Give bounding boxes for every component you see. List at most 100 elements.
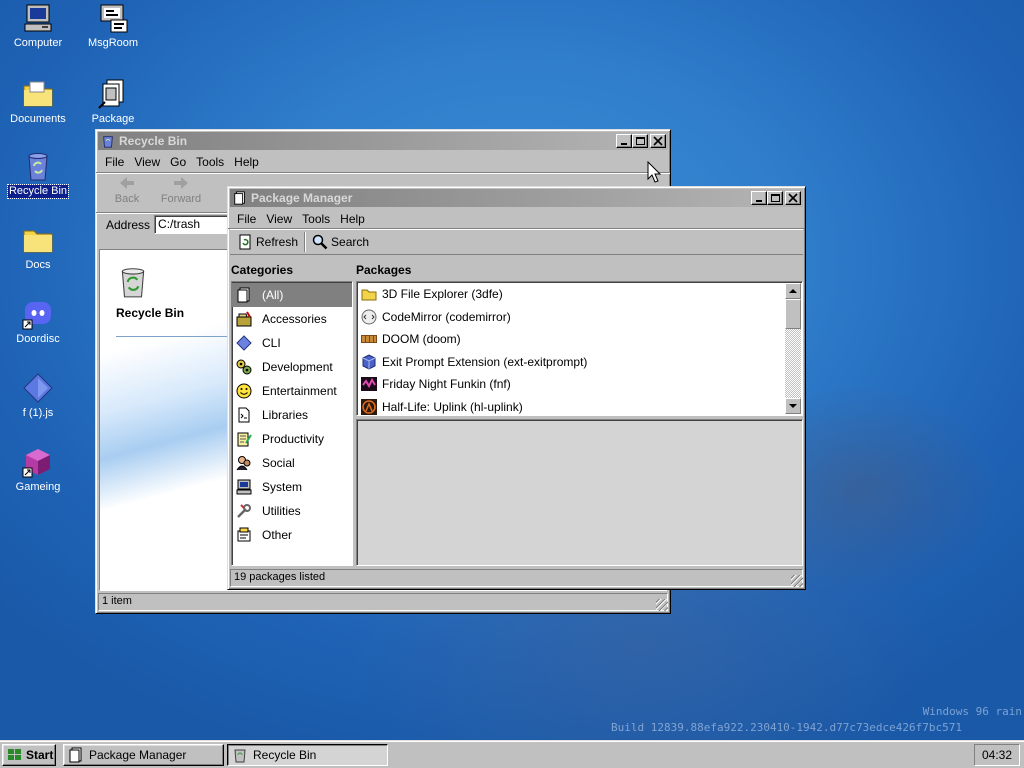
desktop-icon-docs[interactable]: Docs bbox=[0, 224, 76, 272]
desktop-icon-documents[interactable]: Documents bbox=[0, 78, 76, 126]
desktop-icon-computer[interactable]: Computer bbox=[0, 2, 76, 50]
recycle-bin-titlebar[interactable]: Recycle Bin bbox=[98, 132, 668, 150]
recycle-bin-icon bbox=[28, 153, 48, 181]
refresh-icon bbox=[239, 234, 251, 250]
category-libraries[interactable]: Libraries bbox=[232, 403, 352, 427]
package-item-hl-uplink[interactable]: Half-Life: Uplink (hl-uplink) bbox=[357, 396, 802, 419]
folder-icon bbox=[361, 289, 377, 301]
scroll-up-button[interactable] bbox=[785, 283, 801, 299]
maximize-button[interactable] bbox=[632, 134, 648, 148]
package-item-fnf[interactable]: Friday Night Funkin (fnf) bbox=[357, 373, 802, 396]
desktop-icon-gameing[interactable]: Gameing bbox=[0, 446, 76, 494]
start-button[interactable]: Start bbox=[2, 744, 56, 766]
half-life-icon bbox=[361, 398, 377, 415]
refresh-button[interactable]: Refresh bbox=[234, 234, 301, 250]
mouse-cursor-icon bbox=[647, 161, 661, 183]
category-system[interactable]: System bbox=[232, 475, 352, 499]
discord-icon bbox=[22, 302, 51, 330]
minimize-icon bbox=[756, 200, 762, 202]
fnf-icon bbox=[361, 377, 377, 392]
menu-view[interactable]: View bbox=[129, 155, 165, 169]
resize-grip[interactable] bbox=[791, 575, 803, 587]
category-label: CLI bbox=[262, 336, 281, 350]
desktop-icon-recycle-bin[interactable]: Recycle Bin bbox=[0, 150, 76, 199]
close-button[interactable] bbox=[785, 191, 801, 205]
recycle-bin-menubar: File View Go Tools Help bbox=[96, 152, 670, 172]
other-icon bbox=[237, 527, 251, 542]
back-arrow-icon bbox=[120, 177, 134, 189]
desktop-icon-label: Docs bbox=[25, 259, 51, 271]
category-productivity[interactable]: Productivity bbox=[232, 427, 352, 451]
menu-view[interactable]: View bbox=[261, 212, 297, 226]
category-development[interactable]: Development bbox=[232, 355, 352, 379]
category-entertainment[interactable]: Entertainment bbox=[232, 379, 352, 403]
taskbar-clock[interactable]: 04:32 bbox=[974, 744, 1020, 766]
desktop-icon-doordisc[interactable]: Doordisc bbox=[0, 298, 76, 346]
category-other[interactable]: Other bbox=[232, 523, 352, 547]
forward-button[interactable]: Forward bbox=[156, 175, 206, 205]
menu-go[interactable]: Go bbox=[165, 155, 191, 169]
package-manager-titlebar[interactable]: Package Manager bbox=[230, 189, 803, 207]
desktop-icon-label: Package bbox=[91, 113, 135, 125]
category-label: Utilities bbox=[262, 504, 301, 518]
package-item-exitprompt[interactable]: Exit Prompt Extension (ext-exitprompt) bbox=[357, 351, 802, 374]
recycle-bin-icon bbox=[121, 268, 145, 298]
desktop-icon-js-file[interactable]: f (1).js bbox=[0, 372, 76, 420]
codemirror-icon bbox=[361, 309, 377, 325]
package-item-doom[interactable]: DOOM (doom) bbox=[357, 328, 802, 351]
packages-header: Packages bbox=[356, 263, 412, 277]
scroll-up-icon bbox=[789, 289, 797, 293]
recycle-bin-icon bbox=[103, 136, 113, 148]
resize-grip[interactable] bbox=[656, 599, 668, 611]
taskbar-item-recycle-bin[interactable]: Recycle Bin bbox=[227, 744, 388, 766]
close-button[interactable] bbox=[650, 134, 666, 148]
libraries-icon bbox=[238, 407, 250, 423]
menu-help[interactable]: Help bbox=[229, 155, 264, 169]
desktop-icon-label: Computer bbox=[13, 37, 63, 49]
package-label: Half-Life: Uplink (hl-uplink) bbox=[382, 399, 523, 414]
scroll-thumb[interactable] bbox=[785, 299, 801, 329]
package-manager-statusbar: 19 packages listed bbox=[230, 569, 803, 587]
category-all[interactable]: (All) bbox=[232, 283, 352, 307]
windows-logo-icon bbox=[8, 749, 21, 760]
menu-file[interactable]: File bbox=[232, 212, 261, 226]
recycle-bin-icon bbox=[234, 749, 246, 763]
cube-icon bbox=[22, 449, 50, 478]
category-accessories[interactable]: Accessories bbox=[232, 307, 352, 331]
desktop-icon-package[interactable]: Package bbox=[75, 78, 151, 126]
desktop-icon-msgroom[interactable]: MsgRoom bbox=[75, 2, 151, 50]
package-label: Exit Prompt Extension (ext-exitprompt) bbox=[382, 354, 588, 369]
forward-label: Forward bbox=[160, 193, 202, 205]
categories-list: (All) Accessories CLI Development Entert… bbox=[231, 281, 353, 566]
utilities-icon bbox=[237, 504, 251, 518]
scroll-down-button[interactable] bbox=[785, 398, 801, 414]
extension-icon bbox=[362, 354, 376, 370]
back-label: Back bbox=[114, 193, 140, 205]
category-social[interactable]: Social bbox=[232, 451, 352, 475]
package-manager-window: Package Manager File View Tools Help Ref… bbox=[227, 186, 806, 590]
menu-file[interactable]: File bbox=[100, 155, 129, 169]
packages-scrollbar[interactable] bbox=[785, 283, 801, 414]
maximize-icon bbox=[771, 194, 780, 202]
package-item-3dfe[interactable]: 3D File Explorer (3dfe) bbox=[357, 283, 802, 306]
address-label: Address bbox=[106, 217, 151, 232]
forward-arrow-icon bbox=[174, 177, 188, 189]
category-cli[interactable]: CLI bbox=[232, 331, 352, 355]
search-button[interactable]: Search bbox=[309, 234, 372, 250]
menu-help[interactable]: Help bbox=[335, 212, 370, 226]
taskbar-item-package-manager[interactable]: Package Manager bbox=[63, 744, 224, 766]
minimize-button[interactable] bbox=[751, 191, 767, 205]
search-icon bbox=[312, 234, 328, 250]
category-utilities[interactable]: Utilities bbox=[232, 499, 352, 523]
productivity-icon bbox=[237, 432, 252, 447]
folder-heading: Recycle Bin bbox=[116, 306, 185, 320]
development-icon bbox=[236, 359, 252, 375]
back-button[interactable]: Back bbox=[104, 175, 150, 205]
menu-tools[interactable]: Tools bbox=[297, 212, 335, 226]
desktop-icon-label: Recycle Bin bbox=[6, 184, 70, 199]
maximize-button[interactable] bbox=[767, 191, 783, 205]
msgroom-icon bbox=[100, 4, 128, 33]
minimize-button[interactable] bbox=[616, 134, 632, 148]
package-item-codemirror[interactable]: CodeMirror (codemirror) bbox=[357, 306, 802, 329]
menu-tools[interactable]: Tools bbox=[191, 155, 229, 169]
